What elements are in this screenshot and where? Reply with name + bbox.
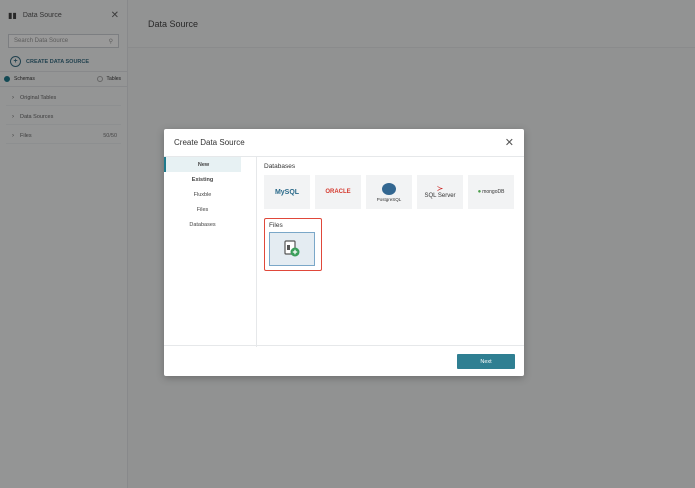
sqlserver-logo-label: SQL Server xyxy=(424,193,456,199)
dialog-menu: New Existing Fluxble Files Databases xyxy=(164,157,257,347)
oracle-option[interactable]: ORACLE xyxy=(315,175,361,209)
database-options: MySQL ORACLE PostgreSQL ≻ SQL Server ● m… xyxy=(264,175,516,209)
sqlserver-swoosh-icon: ≻ xyxy=(436,184,444,193)
menu-item-files[interactable]: Files xyxy=(164,202,241,217)
mongodb-logo-label: mongoDB xyxy=(482,189,505,195)
mysql-logo-icon: MySQL xyxy=(274,188,300,196)
mysql-option[interactable]: MySQL xyxy=(264,175,310,209)
menu-item-databases[interactable]: Databases xyxy=(164,217,241,232)
postgresql-logo-label: PostgreSQL xyxy=(376,196,402,202)
elephant-icon xyxy=(382,182,396,195)
sqlserver-option[interactable]: ≻ SQL Server xyxy=(417,175,463,209)
menu-item-fluxble[interactable]: Fluxble xyxy=(164,187,241,202)
file-upload-option[interactable] xyxy=(269,232,315,266)
close-icon[interactable]: ✕ xyxy=(505,136,514,149)
mongodb-leaf-icon: ● xyxy=(477,189,482,195)
menu-item-new[interactable]: New xyxy=(164,157,241,172)
dialog-footer: Next xyxy=(164,345,524,376)
databases-section-label: Databases xyxy=(264,163,296,170)
files-section-highlight: Files xyxy=(264,218,322,271)
postgresql-option[interactable]: PostgreSQL xyxy=(366,175,412,209)
create-data-source-dialog: Create Data Source ✕ New Existing Fluxbl… xyxy=(164,129,524,376)
dialog-content: Databases MySQL ORACLE PostgreSQL ≻ SQL … xyxy=(264,163,516,271)
mongodb-option[interactable]: ● mongoDB xyxy=(468,175,514,209)
file-add-icon xyxy=(284,240,300,257)
dialog-title: Create Data Source xyxy=(174,138,245,147)
oracle-logo-icon: ORACLE xyxy=(325,189,351,195)
menu-item-existing[interactable]: Existing xyxy=(164,172,241,187)
files-section-label: Files xyxy=(269,222,283,229)
dialog-header: Create Data Source ✕ xyxy=(164,129,524,157)
next-button[interactable]: Next xyxy=(457,354,515,369)
